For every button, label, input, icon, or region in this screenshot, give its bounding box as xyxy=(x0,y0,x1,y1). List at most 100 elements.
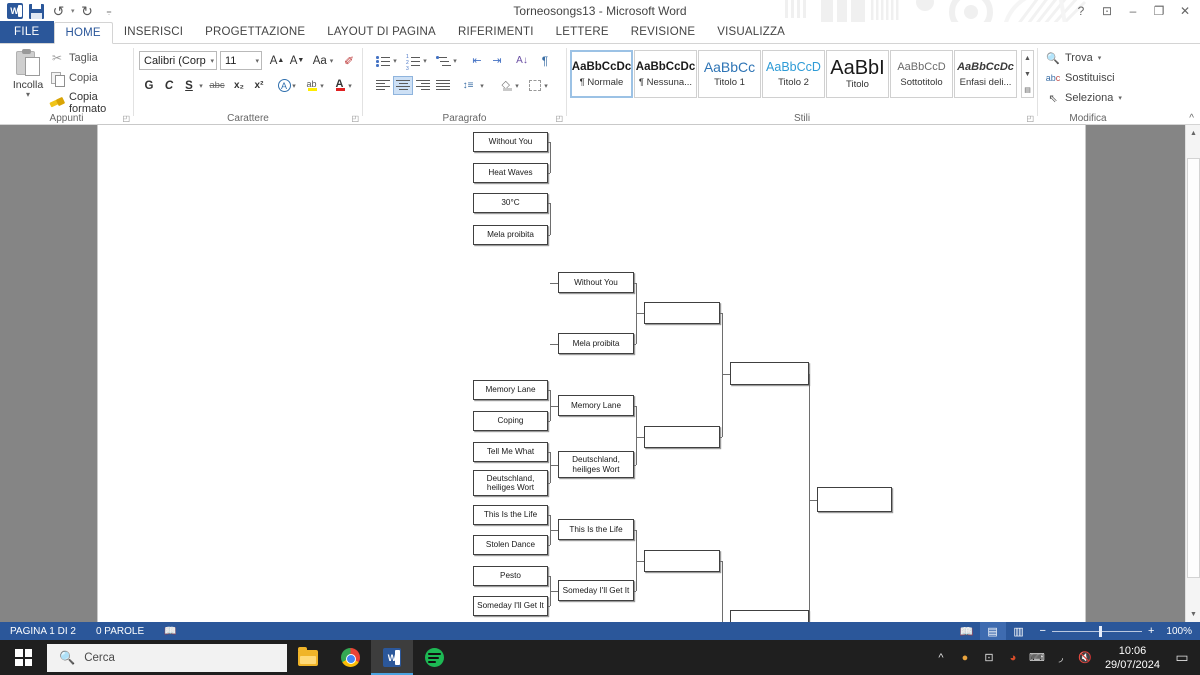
highlight-caret-icon[interactable]: ▾ xyxy=(317,76,327,95)
numbering-caret-icon[interactable]: ▾ xyxy=(420,51,430,70)
web-layout-icon[interactable]: ▥ xyxy=(1006,622,1032,640)
font-name-caret-icon[interactable]: ▾ xyxy=(207,57,214,65)
show-marks-icon[interactable]: ¶ xyxy=(535,51,555,70)
print-layout-icon[interactable]: ▤ xyxy=(979,622,1006,640)
tab-progettazione[interactable]: PROGETTAZIONE xyxy=(194,21,316,43)
font-name-input[interactable]: Calibri (Corp ▾ xyxy=(139,51,217,70)
show-hidden-icons[interactable]: ^ xyxy=(929,640,953,675)
increase-indent-icon[interactable]: ⇥ xyxy=(487,51,507,70)
bold-button[interactable]: G xyxy=(139,76,159,95)
volume-muted-icon[interactable]: 🔇 xyxy=(1073,640,1097,675)
paragraph-dialog-launcher[interactable]: ◰ xyxy=(555,114,563,123)
style-sottotitolo[interactable]: AaBbCcD Sottotitolo xyxy=(890,50,953,98)
taskbar-app-chrome[interactable] xyxy=(329,640,371,675)
taskbar-app-word[interactable]: W xyxy=(371,640,413,675)
styles-scroll-down-icon[interactable]: ▼ xyxy=(1024,67,1031,82)
tab-file[interactable]: FILE xyxy=(0,21,54,43)
help-button[interactable]: ? xyxy=(1068,1,1094,21)
bracket-box-r3-2[interactable] xyxy=(644,426,720,448)
find-button[interactable]: 🔍 Trova ▾ xyxy=(1046,51,1101,65)
proofing-icon[interactable]: 📖 xyxy=(154,626,186,637)
onedrive-status-icon[interactable]: ● xyxy=(953,640,977,675)
bracket-box-r2-3[interactable]: Memory Lane xyxy=(558,395,634,416)
taskbar-app-file-explorer[interactable] xyxy=(287,640,329,675)
bracket-box-r4-1[interactable] xyxy=(730,362,809,385)
word-count[interactable]: 0 PAROLE xyxy=(86,626,154,637)
find-caret-icon[interactable]: ▾ xyxy=(1098,54,1102,62)
bracket-box-r2-2[interactable]: Mela proibita xyxy=(558,333,634,354)
zoom-thumb[interactable] xyxy=(1098,625,1102,637)
styles-more-icon[interactable]: ▤ xyxy=(1024,82,1031,97)
align-center-icon[interactable] xyxy=(393,76,413,95)
grow-font-button[interactable]: A ▲ xyxy=(267,51,287,70)
sort-icon[interactable]: A↓ xyxy=(512,51,532,70)
paste-caret-icon[interactable]: ▾ xyxy=(8,91,48,99)
style-normale[interactable]: AaBbCcDc ¶ Normale xyxy=(570,50,633,98)
justify-icon[interactable] xyxy=(433,76,453,95)
italic-button[interactable]: C xyxy=(159,76,179,95)
tab-home[interactable]: HOME xyxy=(53,22,113,44)
bracket-box-r1-4[interactable]: Mela proibita xyxy=(473,225,548,245)
style-titolo-2[interactable]: AaBbCcD Titolo 2 xyxy=(762,50,825,98)
select-button[interactable]: ⇖ Seleziona ▾ xyxy=(1046,91,1122,105)
tab-inserisci[interactable]: INSERISCI xyxy=(113,21,194,43)
tab-lettere[interactable]: LETTERE xyxy=(545,21,620,43)
font-size-caret-icon[interactable]: ▾ xyxy=(252,57,259,65)
clear-formatting-icon[interactable]: ✐ xyxy=(339,51,359,70)
wifi-icon[interactable]: ◞ xyxy=(1049,640,1073,675)
bracket-box-r3-1[interactable] xyxy=(644,302,720,324)
borders-caret-icon[interactable]: ▾ xyxy=(541,76,551,95)
line-spacing-icon[interactable]: ↕≡ xyxy=(458,76,478,95)
paste-button[interactable]: Incolla ▾ xyxy=(8,48,48,99)
font-dialog-launcher[interactable]: ◰ xyxy=(351,114,359,123)
minimize-button[interactable]: – xyxy=(1120,1,1146,21)
scroll-up-icon[interactable]: ▲ xyxy=(1186,125,1200,141)
restore-button[interactable]: ❐ xyxy=(1146,1,1172,21)
bracket-box-r2-4[interactable]: Deutschland, heiliges Wort xyxy=(558,451,634,478)
camera-icon[interactable]: ⊡ xyxy=(977,640,1001,675)
align-right-icon[interactable] xyxy=(413,76,433,95)
bracket-box-r3-3[interactable] xyxy=(644,550,720,572)
bracket-box-r1-12[interactable]: Someday I'll Get It xyxy=(473,596,548,616)
taskbar-app-spotify[interactable] xyxy=(413,640,455,675)
taskbar-search[interactable]: 🔍 Cerca xyxy=(47,643,287,672)
bracket-box-r2-1[interactable]: Without You xyxy=(558,272,634,293)
collapse-ribbon-button[interactable]: ^ xyxy=(1189,113,1194,124)
subscript-button[interactable]: x₂ xyxy=(229,76,249,95)
bracket-box-r1-7[interactable]: Tell Me What xyxy=(473,442,548,462)
style-titolo[interactable]: AaBbI Titolo xyxy=(826,50,889,98)
bracket-box-r1-6[interactable]: Coping xyxy=(473,411,548,431)
style-enfasi-delicata[interactable]: AaBbCcDc Enfasi deli... xyxy=(954,50,1017,98)
adobe-icon[interactable]: ◕ xyxy=(1001,640,1025,675)
read-mode-icon[interactable]: 📖 xyxy=(954,622,980,640)
style-nessuna-spaziatura[interactable]: AaBbCcDc ¶ Nessuna... xyxy=(634,50,697,98)
select-caret-icon[interactable]: ▾ xyxy=(1118,94,1122,102)
bracket-box-r2-5[interactable]: This Is the Life xyxy=(558,519,634,540)
clipboard-dialog-launcher[interactable]: ◰ xyxy=(122,114,130,123)
document-page[interactable]: Without You Heat Waves 30°C Mela proibita Me… xyxy=(98,125,1085,675)
styles-scroll[interactable]: ▲ ▼ ▤ xyxy=(1021,50,1034,98)
bullet-caret-icon[interactable]: ▾ xyxy=(390,51,400,70)
scrollbar-thumb[interactable] xyxy=(1187,158,1200,578)
ribbon-display-options-icon[interactable]: ⊡ xyxy=(1094,1,1120,21)
decrease-indent-icon[interactable]: ⇤ xyxy=(467,51,487,70)
bracket-box-r1-3[interactable]: 30°C xyxy=(473,193,548,213)
close-button[interactable]: ✕ xyxy=(1172,1,1198,21)
strikethrough-button[interactable]: abc xyxy=(207,76,227,95)
bracket-box-r1-11[interactable]: Pesto xyxy=(473,566,548,586)
vertical-scrollbar[interactable]: ▲ ▼ xyxy=(1185,125,1200,622)
bracket-box-r1-2[interactable]: Heat Waves xyxy=(473,163,548,183)
zoom-slider[interactable]: − + xyxy=(1032,625,1163,637)
bracket-box-r1-9[interactable]: This Is the Life xyxy=(473,505,548,525)
change-case-button[interactable]: Aa ▾ xyxy=(310,51,336,70)
text-effects-caret-icon[interactable]: ▾ xyxy=(289,76,299,95)
tab-visualizza[interactable]: VISUALIZZA xyxy=(706,21,796,43)
zoom-value[interactable]: 100% xyxy=(1162,626,1192,637)
font-size-input[interactable]: 11 ▾ xyxy=(220,51,262,70)
start-button[interactable] xyxy=(0,640,47,675)
replace-button[interactable]: ab c Sostituisci xyxy=(1046,71,1115,85)
bracket-box-r2-6[interactable]: Someday I'll Get It xyxy=(558,580,634,601)
font-color-caret-icon[interactable]: ▾ xyxy=(345,76,355,95)
style-titolo-1[interactable]: AaBbCc Titolo 1 xyxy=(698,50,761,98)
superscript-button[interactable]: x² xyxy=(249,76,269,95)
